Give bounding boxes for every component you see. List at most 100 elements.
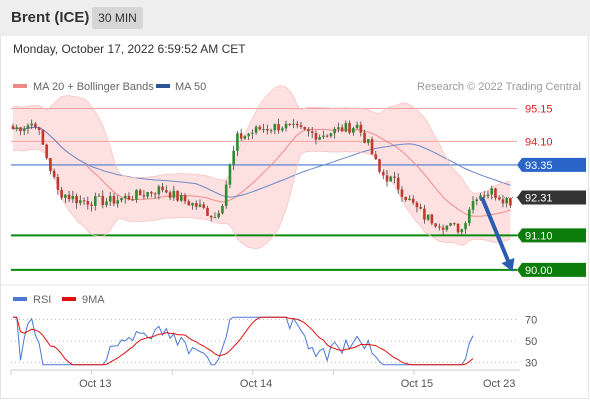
candle-body (400, 189, 404, 197)
candle-body (314, 133, 318, 140)
legend-swatch-ma50 (156, 84, 170, 88)
candle-body (501, 199, 505, 204)
candle-body (221, 205, 224, 214)
candle-body (236, 133, 239, 151)
rsi-legend-label: RSI (33, 294, 51, 306)
candle-body (471, 201, 475, 210)
candle-body (333, 128, 336, 134)
candle-body (153, 193, 157, 195)
candle-body (187, 201, 191, 206)
candle-body (430, 214, 434, 224)
candle-body (453, 223, 456, 225)
candle-body (19, 127, 22, 132)
candle-body (307, 129, 310, 132)
candle-body (449, 223, 452, 226)
level-label-92.31: 92.31 (525, 193, 553, 205)
candle-body (82, 200, 86, 202)
candle-body (266, 129, 269, 131)
candle-body (490, 188, 494, 195)
candle-body (456, 223, 460, 233)
candle-body (172, 190, 176, 198)
candle-body (56, 176, 60, 190)
x-axis: Oct 13 Oct 14 Oct 15 Oct 23 (10, 370, 515, 390)
candle-body (292, 123, 295, 125)
legend-label-ma50: MA 50 (175, 81, 206, 93)
candle-body (75, 195, 78, 204)
candle-body (198, 204, 202, 207)
ma9-legend-swatch (62, 297, 76, 301)
candle-body (359, 124, 363, 133)
candle-body (45, 144, 48, 159)
rsi-tick-70: 70 (525, 314, 537, 326)
level-label-90.00: 90.00 (525, 265, 553, 277)
candle-body (344, 123, 348, 132)
candle-body (509, 198, 512, 206)
candle-body (318, 137, 321, 140)
candle-body (60, 189, 63, 198)
candle-body (389, 176, 393, 182)
x-tick-label: Oct 13 (79, 378, 111, 390)
rsi-tick-30: 30 (525, 358, 537, 370)
candle-body (505, 198, 508, 204)
candle-body (157, 186, 161, 195)
candle-body (180, 195, 183, 201)
candle-body (194, 202, 198, 207)
candle-body (116, 200, 120, 204)
candle-body (243, 135, 247, 139)
candle-body (150, 192, 153, 194)
candle-body (426, 214, 430, 220)
candle-body (467, 209, 471, 224)
level-label-93.35: 93.35 (525, 160, 553, 172)
candle-body (464, 223, 467, 230)
candle-body (352, 128, 355, 133)
copyright-text: Research © 2022 Trading Central (417, 81, 581, 93)
candle-body (146, 192, 149, 197)
candle-body (434, 223, 437, 227)
candle-body (408, 198, 411, 201)
candle-body (90, 204, 93, 206)
candle-body (213, 217, 217, 219)
ma9-legend-label: 9MA (82, 294, 105, 306)
candle-body (142, 195, 146, 197)
level-labels: 95.15 94.10 93.35 92.31 91.10 90.00 (517, 104, 586, 277)
candle-body (370, 139, 374, 155)
candle-body (277, 124, 280, 131)
candle-body (325, 135, 329, 137)
candle-body (419, 207, 422, 209)
level-label-91.10: 91.10 (525, 230, 553, 242)
candle-body (168, 192, 172, 198)
candle-body (202, 204, 206, 208)
x-tick-label: Oct 15 (401, 378, 433, 390)
candle-body (404, 196, 407, 201)
candle-body (337, 127, 340, 129)
candle-body (127, 195, 131, 200)
candle-body (494, 188, 497, 198)
candle-body (64, 194, 67, 198)
candle-body (97, 195, 101, 197)
candle-body (22, 128, 26, 132)
candle-body (93, 196, 97, 206)
candle-body (482, 195, 486, 197)
candle-body (251, 132, 254, 134)
candle-body (138, 190, 142, 196)
candle-body (209, 215, 213, 218)
candle-body (217, 213, 220, 218)
candle-body (486, 194, 490, 197)
rsi-legend-swatch (13, 297, 27, 301)
candle-body (385, 175, 389, 182)
candle-body (206, 207, 209, 216)
candle-body (52, 170, 56, 177)
candle-body (299, 125, 303, 128)
candle-body (378, 159, 381, 172)
price-chart: MA 20 + Bollinger Bands MA 50 Research ©… (0, 81, 589, 390)
x-tick-label: Oct 23 (483, 378, 515, 390)
level-label-95.15: 95.15 (525, 104, 553, 116)
candle-body (86, 201, 90, 205)
legend-label-bollinger: MA 20 + Bollinger Bands (33, 81, 154, 93)
x-tick-label: Oct 14 (240, 378, 272, 390)
candle-body (280, 128, 284, 131)
candle-body (224, 184, 228, 206)
candle-body (497, 197, 501, 200)
candle-body (183, 195, 187, 202)
candle-body (30, 123, 33, 126)
